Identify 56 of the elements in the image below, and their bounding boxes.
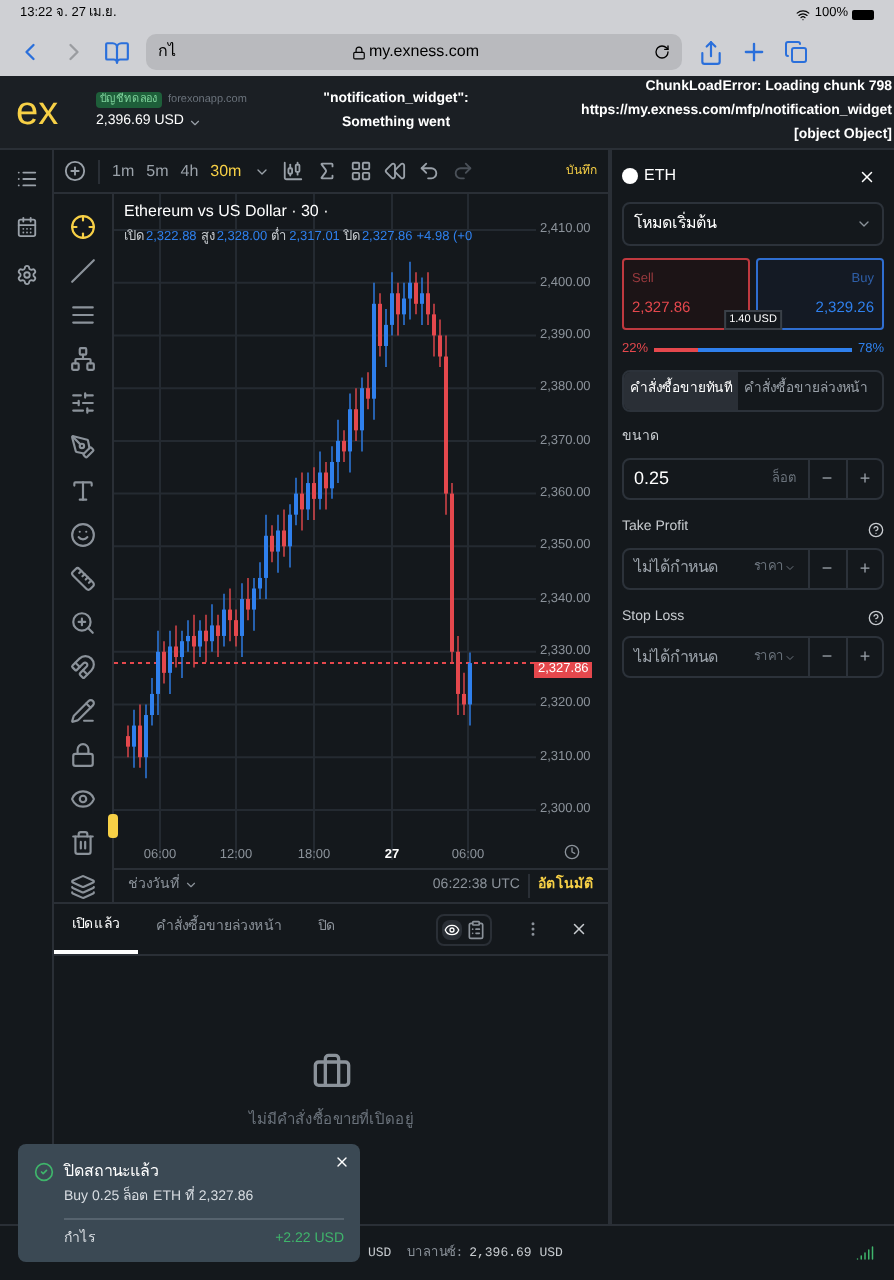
ruler-tool-icon[interactable] (70, 566, 96, 592)
replay-icon[interactable] (383, 160, 406, 182)
trash-tool-icon[interactable] (70, 830, 96, 856)
add-icon[interactable] (64, 160, 86, 182)
eye-icon[interactable] (442, 919, 462, 939)
new-tab-icon[interactable] (740, 38, 768, 66)
text-tool-icon[interactable] (70, 478, 96, 504)
help-icon[interactable] (868, 521, 884, 537)
tabs-icon[interactable] (784, 40, 808, 64)
pen-tool-icon[interactable] (70, 434, 96, 460)
caret-icon (184, 878, 198, 893)
pencil-tool-icon[interactable] (70, 698, 96, 724)
logo: ex (16, 92, 61, 132)
share-icon[interactable] (698, 39, 724, 65)
address-bar[interactable]: กไ my.exness.com (146, 34, 682, 70)
timeframe-button[interactable]: 4h (180, 159, 199, 183)
indicators-icon[interactable] (315, 160, 338, 182)
bookmarks-icon[interactable] (104, 39, 130, 65)
signal-icon (856, 1244, 874, 1262)
crosshair-tool-icon[interactable] (70, 214, 96, 240)
clipboard-icon[interactable] (466, 919, 486, 939)
line-tool-icon[interactable] (70, 258, 96, 284)
close-icon[interactable] (570, 920, 588, 938)
undo-icon[interactable] (417, 160, 440, 182)
smile-tool-icon[interactable] (70, 522, 96, 548)
layers-tool-icon[interactable] (70, 874, 96, 900)
candles-icon[interactable] (281, 160, 304, 182)
collapse-handle[interactable] (108, 814, 118, 838)
caret-icon (856, 216, 872, 232)
sliders-tool-icon[interactable] (70, 390, 96, 416)
eth-icon (622, 168, 638, 184)
timeframe-button[interactable]: 1m (112, 159, 135, 183)
pattern-tool-icon[interactable] (70, 346, 96, 372)
symbol-name: ETH (644, 164, 676, 188)
lock-icon (351, 45, 365, 59)
briefcase-icon (311, 1052, 351, 1092)
clock-icon[interactable] (564, 844, 580, 861)
battery-icon (852, 9, 874, 19)
zoom-tool-icon[interactable] (70, 610, 96, 636)
caret-icon (187, 115, 202, 130)
toast-title: ปิดสถานะแล้ว (64, 1160, 158, 1184)
magnet-tool-icon[interactable] (70, 654, 96, 680)
eye-tool-icon[interactable] (70, 786, 96, 812)
settings-icon[interactable] (15, 264, 37, 286)
reload-icon[interactable] (653, 44, 670, 60)
lock-tool-icon[interactable] (70, 742, 96, 768)
calendar-icon[interactable] (15, 216, 37, 238)
timeframe-button[interactable]: 5m (146, 159, 169, 183)
layout-icon[interactable] (349, 160, 372, 182)
timeframe-button[interactable]: 30m (210, 159, 242, 183)
check-icon (34, 1162, 54, 1182)
chart-title: Ethereum vs US Dollar · 30 · (124, 200, 331, 224)
channel-tool-icon[interactable] (70, 302, 96, 328)
wifi-icon (796, 7, 811, 21)
help-icon[interactable] (868, 610, 884, 626)
mode-select[interactable]: โหมดเริ่มต้น (622, 202, 884, 246)
